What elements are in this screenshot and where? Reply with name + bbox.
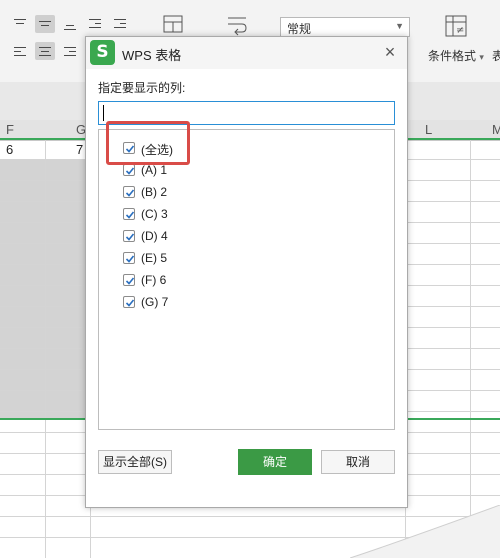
cell-f1[interactable]: 6 [6, 142, 13, 157]
column-header-f[interactable]: F [6, 122, 14, 137]
cancel-button[interactable]: 取消 [321, 450, 395, 474]
column-header-l[interactable]: L [425, 122, 432, 137]
dialog-prompt: 指定要显示的列: [98, 81, 186, 95]
checkbox[interactable] [123, 186, 135, 198]
checkbox[interactable] [123, 164, 135, 176]
cell-g1[interactable]: 7 [76, 142, 83, 157]
item-label: (C) 3 [141, 207, 168, 221]
conditional-format-icon[interactable]: ≠ [445, 15, 467, 37]
wrap-text-icon[interactable] [225, 15, 249, 37]
svg-text:≠: ≠ [456, 25, 464, 36]
chevron-down-icon: ▼ [395, 21, 404, 31]
align-top-button[interactable] [10, 15, 30, 33]
dialog-title: WPS 表格 [122, 48, 182, 63]
dialog-titlebar[interactable]: S WPS 表格 × [86, 37, 407, 69]
align-right-button[interactable] [60, 42, 80, 60]
item-label: (F) 6 [141, 273, 167, 287]
increase-indent-button[interactable] [110, 15, 130, 33]
conditional-format-label: 条件格式 [428, 49, 477, 63]
align-middle-button[interactable] [35, 15, 55, 33]
number-format-dropdown[interactable]: 常规 ▼ [280, 17, 410, 37]
column-gridline [45, 140, 46, 558]
show-columns-dialog: S WPS 表格 × 指定要显示的列: (全选) (A) 1 (B) 2 (C) 3(… [85, 36, 408, 508]
item-label: (G) 7 [141, 295, 169, 309]
wps-logo-icon: S [90, 40, 115, 65]
conditional-format-button[interactable]: 条件格式 ▾ [428, 47, 484, 64]
text-cursor [103, 105, 104, 121]
align-bottom-button[interactable] [60, 15, 80, 33]
item-label: (D) 4 [141, 229, 168, 243]
ribbon-truncated-label: 表 [492, 49, 500, 63]
align-center-button[interactable] [35, 42, 55, 60]
checkbox[interactable] [123, 274, 135, 286]
caret-down-icon: ▾ [479, 52, 484, 62]
selected-columns-indicator [405, 138, 500, 140]
column-gridline [470, 140, 471, 558]
item-label: (E) 5 [141, 251, 168, 265]
checkbox[interactable] [123, 252, 135, 264]
ok-button[interactable]: 确定 [238, 449, 312, 475]
checkbox[interactable] [123, 230, 135, 242]
decrease-indent-button[interactable] [85, 15, 105, 33]
close-button[interactable]: × [379, 41, 401, 63]
item-label: (B) 2 [141, 185, 168, 199]
show-all-button[interactable]: 显示全部(S) [98, 450, 172, 474]
page-curl-decoration [350, 505, 500, 558]
annotation-highlight-box [106, 121, 190, 165]
column-header-m[interactable]: M [492, 122, 500, 137]
column-list[interactable]: (全选) (A) 1 (B) 2 (C) 3 (D) 4 (E) 5 (F) 6 (G) 7 [98, 129, 395, 430]
merge-center-icon[interactable] [163, 15, 183, 37]
checkbox[interactable] [123, 208, 135, 220]
item-label: (A) 1 [141, 163, 168, 177]
number-format-value: 常规 [287, 22, 312, 36]
checkbox[interactable] [123, 296, 135, 308]
align-left-button[interactable] [10, 42, 30, 60]
